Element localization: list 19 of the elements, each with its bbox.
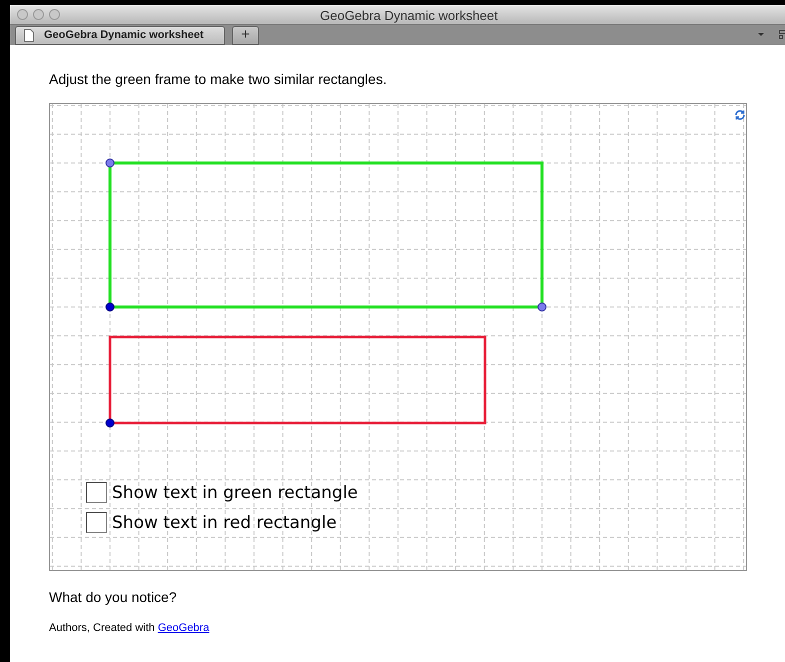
checkbox-label: Show text in green rectangle [112,482,358,502]
question-text: What do you notice? [49,588,178,607]
page-icon [24,29,34,42]
browser-tab[interactable]: GeoGebra Dynamic worksheet [15,26,225,45]
dropdown-icon[interactable] [758,33,764,36]
new-tab-button[interactable]: + [232,26,259,45]
point[interactable] [538,302,546,312]
instruction-text: Adjust the green frame to make two similar rectangles. [49,70,388,88]
footer-text: Authors, Created with GeoGebra [49,621,210,636]
refresh-icon[interactable] [734,109,746,121]
point[interactable] [106,158,114,168]
window-title: GeoGebra Dynamic worksheet [320,7,498,25]
checkbox[interactable] [86,482,107,503]
checkbox[interactable] [86,512,107,533]
geogebra-link[interactable]: GeoGebra [158,622,210,634]
checkbox-label: Show text in red rectangle [112,512,337,532]
point[interactable] [106,418,114,428]
grid-icon[interactable] [779,30,785,40]
point[interactable] [106,302,114,312]
